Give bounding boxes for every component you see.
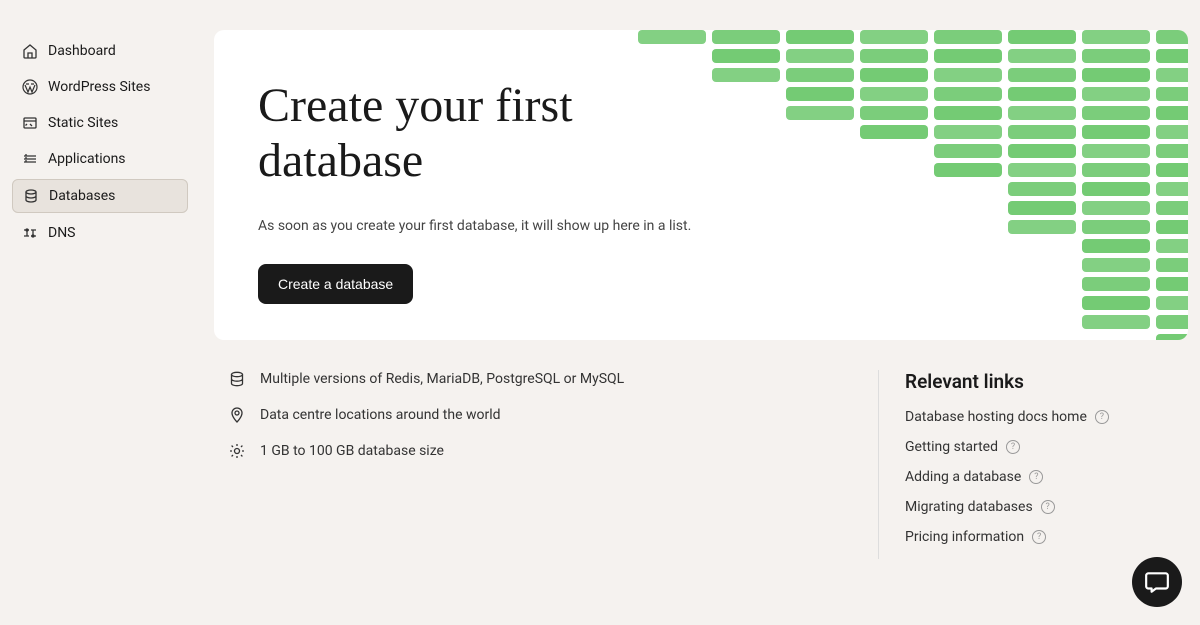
- features-list: Multiple versions of Redis, MariaDB, Pos…: [214, 370, 838, 559]
- database-icon: [23, 188, 39, 204]
- hero-description: As soon as you create your first databas…: [258, 218, 1144, 234]
- relevant-links-panel: Relevant links Database hosting docs hom…: [878, 370, 1188, 559]
- sidebar-item-dashboard[interactable]: Dashboard: [12, 35, 188, 67]
- applications-icon: [22, 151, 38, 167]
- feature-text: 1 GB to 100 GB database size: [260, 443, 444, 459]
- hero-title: Create your first database: [258, 78, 678, 188]
- sidebar: Dashboard WordPress Sites Static Sites A…: [0, 0, 200, 625]
- wordpress-icon: [22, 79, 38, 95]
- main-content: Create your first database As soon as yo…: [200, 0, 1200, 625]
- sidebar-item-label: DNS: [48, 225, 76, 241]
- link-label: Getting started: [905, 439, 998, 455]
- sidebar-item-label: Dashboard: [48, 43, 116, 59]
- database-icon: [228, 370, 246, 388]
- location-icon: [228, 406, 246, 424]
- chat-widget-button[interactable]: [1132, 557, 1182, 607]
- create-database-button[interactable]: Create a database: [258, 264, 413, 304]
- decorative-bricks: [638, 30, 1188, 340]
- sidebar-item-label: Databases: [49, 188, 115, 204]
- hero-card: Create your first database As soon as yo…: [214, 30, 1188, 340]
- link-label: Migrating databases: [905, 499, 1033, 515]
- link-pricing[interactable]: Pricing information ?: [905, 529, 1188, 545]
- sidebar-item-label: WordPress Sites: [48, 79, 150, 95]
- help-icon: ?: [1006, 440, 1020, 454]
- link-adding-database[interactable]: Adding a database ?: [905, 469, 1188, 485]
- static-sites-icon: [22, 115, 38, 131]
- help-icon: ?: [1029, 470, 1043, 484]
- sidebar-item-applications[interactable]: Applications: [12, 143, 188, 175]
- help-icon: ?: [1095, 410, 1109, 424]
- link-migrating-databases[interactable]: Migrating databases ?: [905, 499, 1188, 515]
- link-label: Pricing information: [905, 529, 1024, 545]
- feature-item: Data centre locations around the world: [228, 406, 838, 424]
- sidebar-item-static-sites[interactable]: Static Sites: [12, 107, 188, 139]
- help-icon: ?: [1032, 530, 1046, 544]
- chat-icon: [1144, 569, 1170, 595]
- home-icon: [22, 43, 38, 59]
- link-label: Adding a database: [905, 469, 1021, 485]
- links-title: Relevant links: [905, 370, 1188, 393]
- below-section: Multiple versions of Redis, MariaDB, Pos…: [214, 370, 1188, 559]
- sidebar-item-label: Static Sites: [48, 115, 118, 131]
- feature-text: Data centre locations around the world: [260, 407, 501, 423]
- link-label: Database hosting docs home: [905, 409, 1087, 425]
- sidebar-item-databases[interactable]: Databases: [12, 179, 188, 213]
- gear-icon: [228, 442, 246, 460]
- sidebar-item-wordpress[interactable]: WordPress Sites: [12, 71, 188, 103]
- sidebar-item-label: Applications: [48, 151, 126, 167]
- link-docs-home[interactable]: Database hosting docs home ?: [905, 409, 1188, 425]
- feature-item: Multiple versions of Redis, MariaDB, Pos…: [228, 370, 838, 388]
- link-getting-started[interactable]: Getting started ?: [905, 439, 1188, 455]
- help-icon: ?: [1041, 500, 1055, 514]
- dns-icon: [22, 225, 38, 241]
- feature-text: Multiple versions of Redis, MariaDB, Pos…: [260, 371, 624, 387]
- feature-item: 1 GB to 100 GB database size: [228, 442, 838, 460]
- sidebar-item-dns[interactable]: DNS: [12, 217, 188, 249]
